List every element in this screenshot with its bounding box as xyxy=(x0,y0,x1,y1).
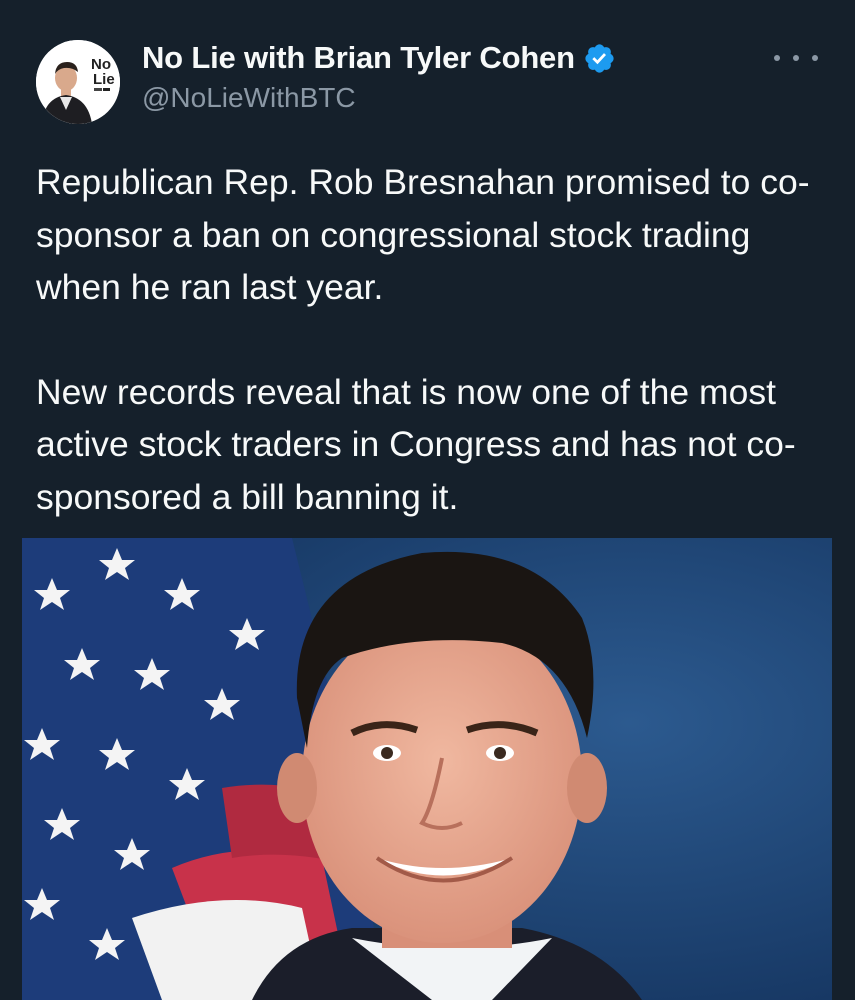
author-display-name[interactable]: No Lie with Brian Tyler Cohen xyxy=(142,40,575,76)
tweet-header: No Lie No Lie with Brian Tyler Cohen @No… xyxy=(36,32,826,124)
tweet-card: No Lie No Lie with Brian Tyler Cohen @No… xyxy=(0,0,855,1000)
display-name-row: No Lie with Brian Tyler Cohen xyxy=(142,38,616,78)
avatar-logo-line2: Lie xyxy=(93,71,115,88)
tweet-paragraph-1: Republican Rep. Rob Bresnahan promised t… xyxy=(36,162,810,307)
verified-badge-icon[interactable] xyxy=(583,42,616,75)
ellipsis-dot xyxy=(774,55,780,61)
tweet-paragraph-2: New records reveal that is now one of th… xyxy=(36,371,796,517)
avatar[interactable]: No Lie xyxy=(36,40,120,124)
ellipsis-icon[interactable] xyxy=(774,46,818,70)
avatar-image: No Lie xyxy=(36,40,120,124)
author-handle[interactable]: @NoLieWithBTC xyxy=(142,82,616,114)
ellipsis-dot xyxy=(812,55,818,61)
tweet-photo[interactable] xyxy=(22,538,832,1000)
ellipsis-dot xyxy=(793,55,799,61)
portrait-photo xyxy=(22,538,832,1000)
tweet-text: Republican Rep. Rob Bresnahan promised t… xyxy=(36,156,826,523)
author-names: No Lie with Brian Tyler Cohen @NoLieWith… xyxy=(142,38,616,114)
